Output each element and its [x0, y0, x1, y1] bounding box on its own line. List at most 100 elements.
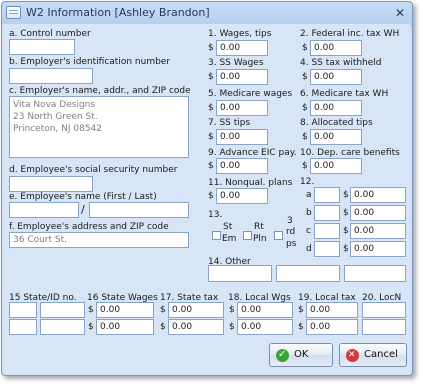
currency-sign: $ — [343, 226, 349, 236]
employer-id-field[interactable] — [9, 68, 93, 84]
currency-sign: $ — [302, 132, 308, 142]
currency-sign: $ — [208, 161, 214, 171]
box4-ss-tax-field[interactable]: 0.00 — [310, 69, 362, 85]
box12-letter: b — [306, 208, 312, 218]
checkmark-icon — [276, 344, 289, 366]
employee-last-name-field[interactable] — [89, 202, 189, 218]
state-id-field-2[interactable] — [40, 319, 85, 335]
state-id-field-1[interactable] — [40, 302, 85, 318]
employer-address-line: Princeton, NJ 08542 — [13, 124, 102, 134]
box8-label: 8. Allocated tips — [300, 118, 373, 128]
box12-letter: d — [306, 244, 312, 254]
box3-label: 3. SS Wages — [208, 58, 264, 68]
box7-ss-tips-field[interactable]: 0.00 — [216, 129, 268, 145]
employer-id-label: b. Employer's identification number — [9, 57, 171, 67]
title-bar[interactable]: W2 Information [Ashley Brandon] ✕ — [2, 2, 412, 24]
currency-sign: $ — [302, 72, 308, 82]
employee-name-label: e. Employee's name (First / Last) — [9, 192, 157, 202]
box10-dep-care-field[interactable]: 0.00 — [310, 158, 362, 174]
currency-sign: $ — [208, 72, 214, 82]
box2-label: 2. Federal inc. tax WH — [300, 29, 400, 39]
currency-sign: $ — [343, 244, 349, 254]
box8-allocated-tips-field[interactable]: 0.00 — [310, 129, 362, 145]
state-field-1[interactable] — [9, 302, 37, 318]
currency-sign: $ — [208, 191, 214, 201]
box11-label: 11. Nonqual. plans — [208, 178, 293, 188]
box12a-code-field[interactable] — [314, 187, 340, 203]
box3-ss-wages-field[interactable]: 0.00 — [216, 69, 268, 85]
box12a-amount-field[interactable]: 0.00 — [350, 187, 406, 203]
box4-label: 4. SS tax withheld — [300, 58, 382, 68]
employer-address-label: c. Employer's name, addr., and ZIP code — [9, 86, 191, 96]
box12c-amount-field[interactable]: 0.00 — [350, 223, 406, 239]
currency-sign: $ — [88, 322, 94, 332]
local-tax-field-1[interactable]: 0.00 — [306, 302, 358, 318]
box12c-code-field[interactable] — [314, 223, 340, 239]
third-party-label-mid: rd — [286, 227, 296, 237]
locality-field-1[interactable] — [362, 302, 406, 318]
box1-wages-field[interactable]: 0.00 — [216, 40, 268, 56]
cancel-icon — [346, 344, 359, 366]
box9-label: 9. Advance EIC pay. — [208, 148, 297, 158]
box12b-amount-field[interactable]: 0.00 — [350, 205, 406, 221]
box12b-code-field[interactable] — [314, 205, 340, 221]
employee-first-name-field[interactable] — [9, 202, 79, 218]
retirement-plan-checkbox[interactable] — [243, 231, 252, 240]
state-tax-field-1[interactable]: 0.00 — [168, 302, 224, 318]
box14-other-field-3[interactable] — [344, 265, 406, 282]
third-party-sick-pay-checkbox[interactable] — [274, 231, 283, 240]
state-wages-field-1[interactable]: 0.00 — [96, 302, 154, 318]
box12-letter: a — [306, 190, 312, 200]
box7-label: 7. SS tips — [208, 118, 251, 128]
cancel-button[interactable]: Cancel — [339, 343, 407, 367]
box6-label: 6. Medicare tax WH — [300, 89, 389, 99]
currency-sign: $ — [208, 132, 214, 142]
ok-button-label: OK — [294, 349, 309, 360]
third-party-label-bottom: ps — [286, 239, 297, 249]
window-icon — [6, 6, 21, 19]
box12-label: 12. — [300, 177, 315, 187]
currency-sign: $ — [343, 208, 349, 218]
box5-medicare-wages-field[interactable]: 0.00 — [216, 100, 268, 116]
currency-sign: $ — [302, 161, 308, 171]
currency-sign: $ — [302, 103, 308, 113]
employee-ssn-label: d. Employee's social security number — [9, 165, 178, 175]
retirement-label-bottom: Pln — [253, 234, 267, 244]
box13-label: 13. — [208, 210, 223, 220]
currency-sign: $ — [343, 190, 349, 200]
local-wages-field-2[interactable]: 0.00 — [237, 319, 293, 335]
box6-medicare-tax-field[interactable]: 0.00 — [310, 100, 362, 116]
state-field-2[interactable] — [9, 319, 37, 335]
ok-button[interactable]: OK — [269, 343, 333, 367]
third-party-label-top: 3 — [287, 216, 293, 226]
local-wages-field-1[interactable]: 0.00 — [237, 302, 293, 318]
box9-advance-eic-field[interactable]: 0.00 — [216, 158, 268, 174]
currency-sign: $ — [229, 322, 235, 332]
currency-sign: $ — [208, 103, 214, 113]
box1-label: 1. Wages, tips — [208, 29, 272, 39]
box11-nonqual-plans-field[interactable]: 0.00 — [216, 188, 268, 204]
employer-address-line: Vita Nova Designs — [13, 100, 96, 110]
box12d-code-field[interactable] — [314, 241, 340, 257]
locality-field-2[interactable] — [362, 319, 406, 335]
box12d-amount-field[interactable]: 0.00 — [350, 241, 406, 257]
box2-federal-tax-field[interactable]: 0.00 — [310, 40, 362, 56]
state-tax-field-2[interactable]: 0.00 — [168, 319, 224, 335]
box12-letter: c — [306, 226, 311, 236]
employer-address-field[interactable]: Vita Nova Designs 23 North Green St. Pri… — [9, 96, 189, 158]
control-number-field[interactable] — [9, 39, 75, 55]
currency-sign: $ — [302, 43, 308, 53]
currency-sign: $ — [160, 305, 166, 315]
window-title: W2 Information [Ashley Brandon] — [26, 6, 210, 19]
local-tax-field-2[interactable]: 0.00 — [306, 319, 358, 335]
close-button[interactable]: ✕ — [391, 5, 409, 22]
box5-label: 5. Medicare wages — [208, 89, 293, 99]
statutory-employee-checkbox[interactable] — [212, 231, 221, 240]
currency-sign: $ — [298, 322, 304, 332]
state-wages-field-2[interactable]: 0.00 — [96, 319, 154, 335]
box14-other-field-1[interactable] — [208, 265, 272, 282]
name-separator: / — [81, 203, 85, 216]
box14-other-field-2[interactable] — [276, 265, 340, 282]
employee-ssn-field[interactable] — [9, 176, 93, 192]
employee-address-field[interactable]: 36 Court St. — [9, 232, 189, 248]
